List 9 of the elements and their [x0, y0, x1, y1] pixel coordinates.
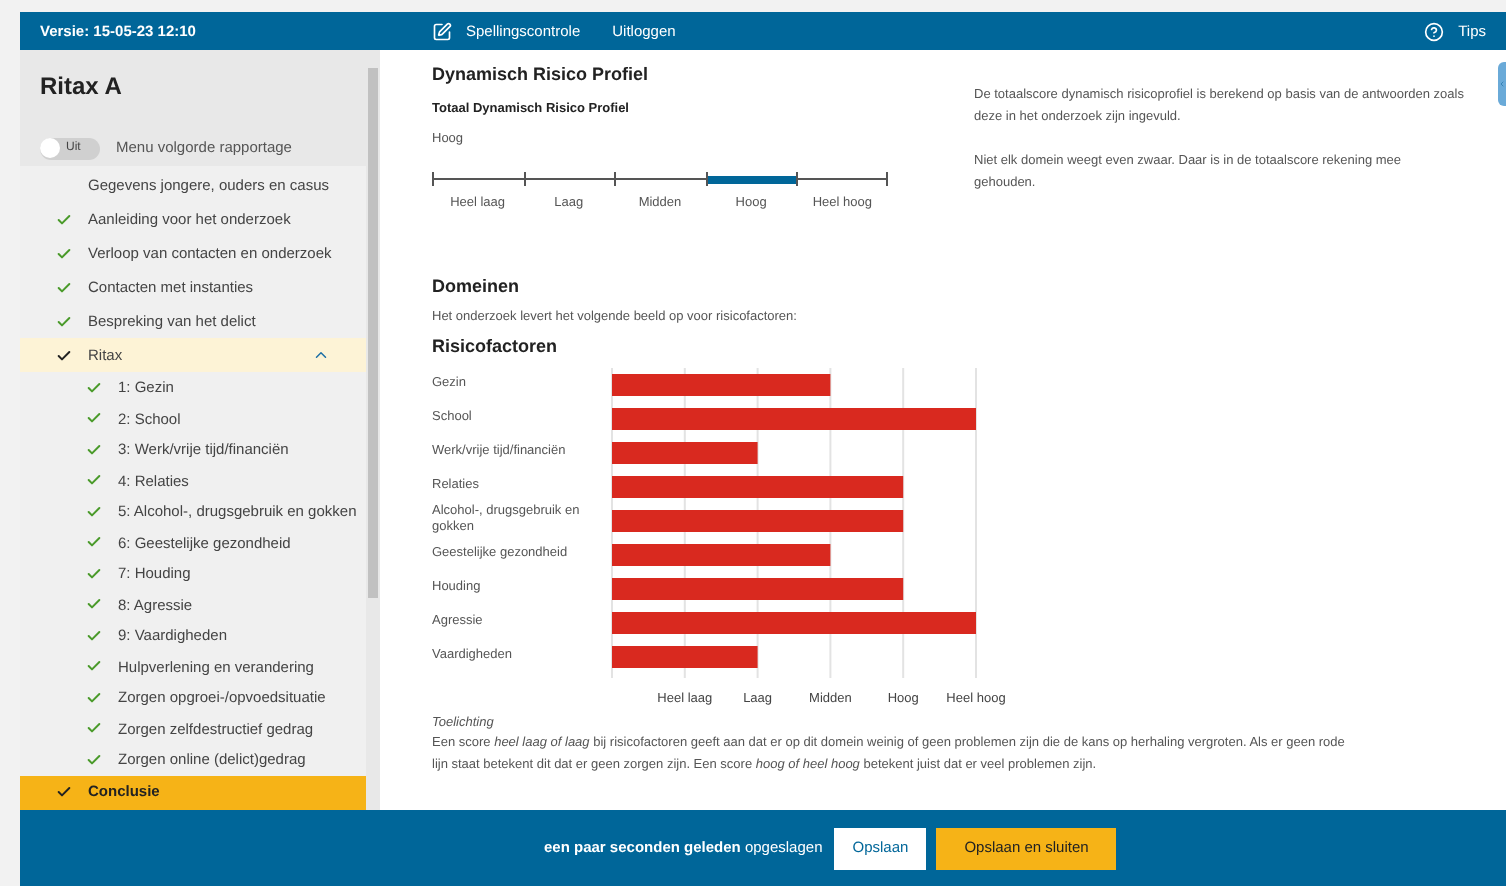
scrollbar[interactable] [366, 50, 380, 810]
help-icon [1424, 21, 1445, 41]
collapse-icon[interactable] [312, 346, 330, 364]
chart-title: Risicofactoren [432, 334, 560, 360]
side-panel-tab[interactable] [1498, 62, 1506, 106]
section-title: Dynamisch Risico Profiel [432, 62, 651, 88]
sidebar-title: Ritax A [38, 70, 124, 104]
section-title: Domeinen [432, 273, 522, 300]
edit-icon [432, 21, 452, 41]
